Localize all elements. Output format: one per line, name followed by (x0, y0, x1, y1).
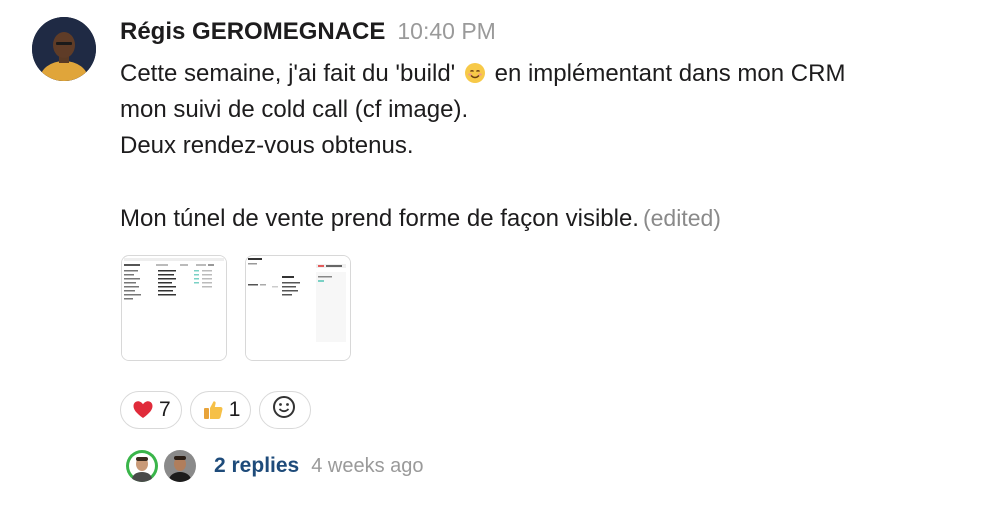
message-body: Cette semaine, j'ai fait du 'build' en i… (120, 56, 980, 237)
reaction-count: 1 (228, 398, 241, 421)
attachment-thumbnail-crm-table[interactable] (121, 255, 227, 361)
reply-author-avatar (124, 448, 160, 484)
message-line-3: Deux rendez-vous obtenus. (120, 132, 414, 159)
message-header: Régis GEROMEGNACE 10:40 PM (120, 18, 496, 52)
edited-label: (edited) (642, 205, 721, 231)
reaction-heart[interactable]: 7 (120, 391, 182, 429)
author-avatar[interactable] (32, 17, 96, 81)
reply-author-avatar (162, 448, 198, 484)
add-reaction-icon (272, 394, 298, 426)
message-timestamp[interactable]: 10:40 PM (397, 18, 495, 45)
thumbs-up-emoji-icon (202, 399, 224, 421)
author-name[interactable]: Régis GEROMEGNACE (120, 18, 385, 46)
message-line-5: Mon túnel de vente prend forme de façon … (120, 200, 980, 237)
smiling-face-emoji-icon (464, 59, 486, 83)
message-line-1: Cette semaine, j'ai fait du 'build' en i… (120, 56, 980, 92)
message-text-segment: Mon túnel de vente prend forme de façon … (120, 205, 639, 232)
message-text-segment: en implémentant dans mon CRM (494, 60, 846, 87)
red-heart-emoji-icon (132, 399, 154, 421)
thread-last-reply-time: 4 weeks ago (311, 454, 424, 477)
attachment-thumbnail-crm-pipeline[interactable] (245, 255, 351, 361)
attachment-list (121, 255, 351, 361)
thread-summary[interactable]: 2 replies 4 weeks ago (124, 446, 424, 486)
message-line-2: mon suivi de cold call (cf image). (120, 96, 469, 123)
add-reaction-button[interactable] (259, 391, 312, 429)
reaction-thumbs-up[interactable]: 1 (189, 391, 252, 429)
chat-message: Régis GEROMEGNACE 10:40 PM Cette semaine… (0, 0, 1000, 521)
reaction-bar: 7 1 (120, 391, 312, 429)
message-text-segment: Cette semaine, j'ai fait du 'build' (120, 60, 456, 87)
thread-replies-link[interactable]: 2 replies (214, 454, 299, 478)
reaction-count: 7 (159, 398, 171, 421)
